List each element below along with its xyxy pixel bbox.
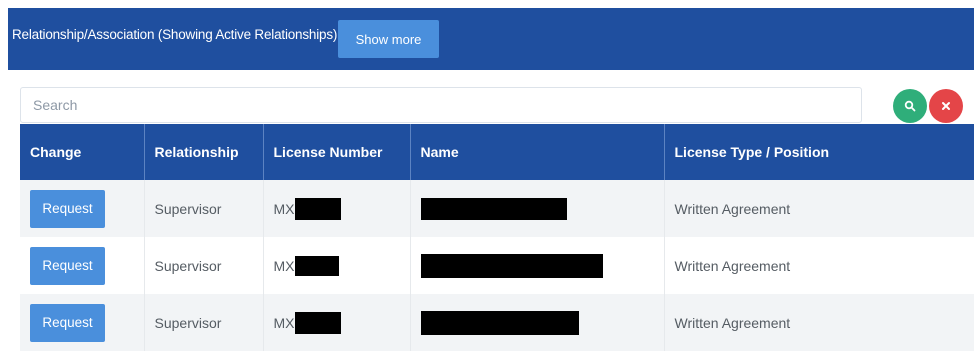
license-number-cell: MX bbox=[263, 294, 411, 351]
change-cell: Request bbox=[20, 180, 145, 237]
request-button[interactable]: Request bbox=[30, 246, 105, 285]
license-type-cell: Written Agreement bbox=[674, 314, 791, 331]
license-number-cell: MX bbox=[263, 180, 411, 237]
column-header-license-type[interactable]: License Type / Position bbox=[664, 124, 974, 180]
name-cell bbox=[410, 294, 665, 351]
license-number-cell: MX bbox=[263, 237, 411, 294]
license-prefix: MX bbox=[273, 314, 295, 331]
relationships-table: Change Relationship License Number Name … bbox=[20, 124, 974, 351]
license-prefix: MX bbox=[273, 200, 295, 217]
column-header-relationship[interactable]: Relationship bbox=[144, 124, 264, 180]
section-title: Relationship/Association (Showing Active… bbox=[12, 27, 338, 42]
relationship-cell: Supervisor bbox=[144, 180, 264, 237]
table-row: Request Supervisor MX Written Agreement bbox=[20, 180, 974, 237]
relationship-header: Relationship/Association (Showing Active… bbox=[8, 8, 974, 70]
license-type-cell: Written Agreement bbox=[674, 200, 791, 217]
change-cell: Request bbox=[20, 237, 145, 294]
request-button[interactable]: Request bbox=[30, 303, 105, 342]
redacted-name bbox=[420, 197, 567, 220]
table-header-row: Change Relationship License Number Name … bbox=[20, 124, 974, 180]
relationship-cell: Supervisor bbox=[144, 294, 264, 351]
search-icon bbox=[904, 100, 916, 112]
redacted-license-number bbox=[294, 197, 341, 220]
license-type-cell: Written Agreement bbox=[674, 257, 791, 274]
license-prefix: MX bbox=[273, 257, 295, 274]
relationship-cell: Supervisor bbox=[144, 237, 264, 294]
search-input[interactable] bbox=[20, 87, 862, 123]
change-cell: Request bbox=[20, 294, 145, 351]
table-row: Request Supervisor MX Written Agreement bbox=[20, 294, 974, 351]
search-button[interactable] bbox=[893, 89, 927, 123]
close-icon bbox=[942, 102, 950, 110]
table-row: Request Supervisor MX Written Agreement bbox=[20, 237, 974, 294]
redacted-license-number bbox=[294, 311, 341, 334]
name-cell bbox=[410, 237, 665, 294]
name-cell bbox=[410, 180, 665, 237]
request-button[interactable]: Request bbox=[30, 189, 105, 228]
column-header-license-number[interactable]: License Number bbox=[263, 124, 411, 180]
redacted-name bbox=[420, 310, 579, 335]
column-header-change[interactable]: Change bbox=[20, 124, 145, 180]
redacted-license-number bbox=[294, 255, 339, 276]
clear-search-button[interactable] bbox=[929, 89, 963, 123]
show-more-button[interactable]: Show more bbox=[338, 20, 439, 58]
redacted-name bbox=[420, 253, 603, 278]
column-header-name[interactable]: Name bbox=[410, 124, 665, 180]
